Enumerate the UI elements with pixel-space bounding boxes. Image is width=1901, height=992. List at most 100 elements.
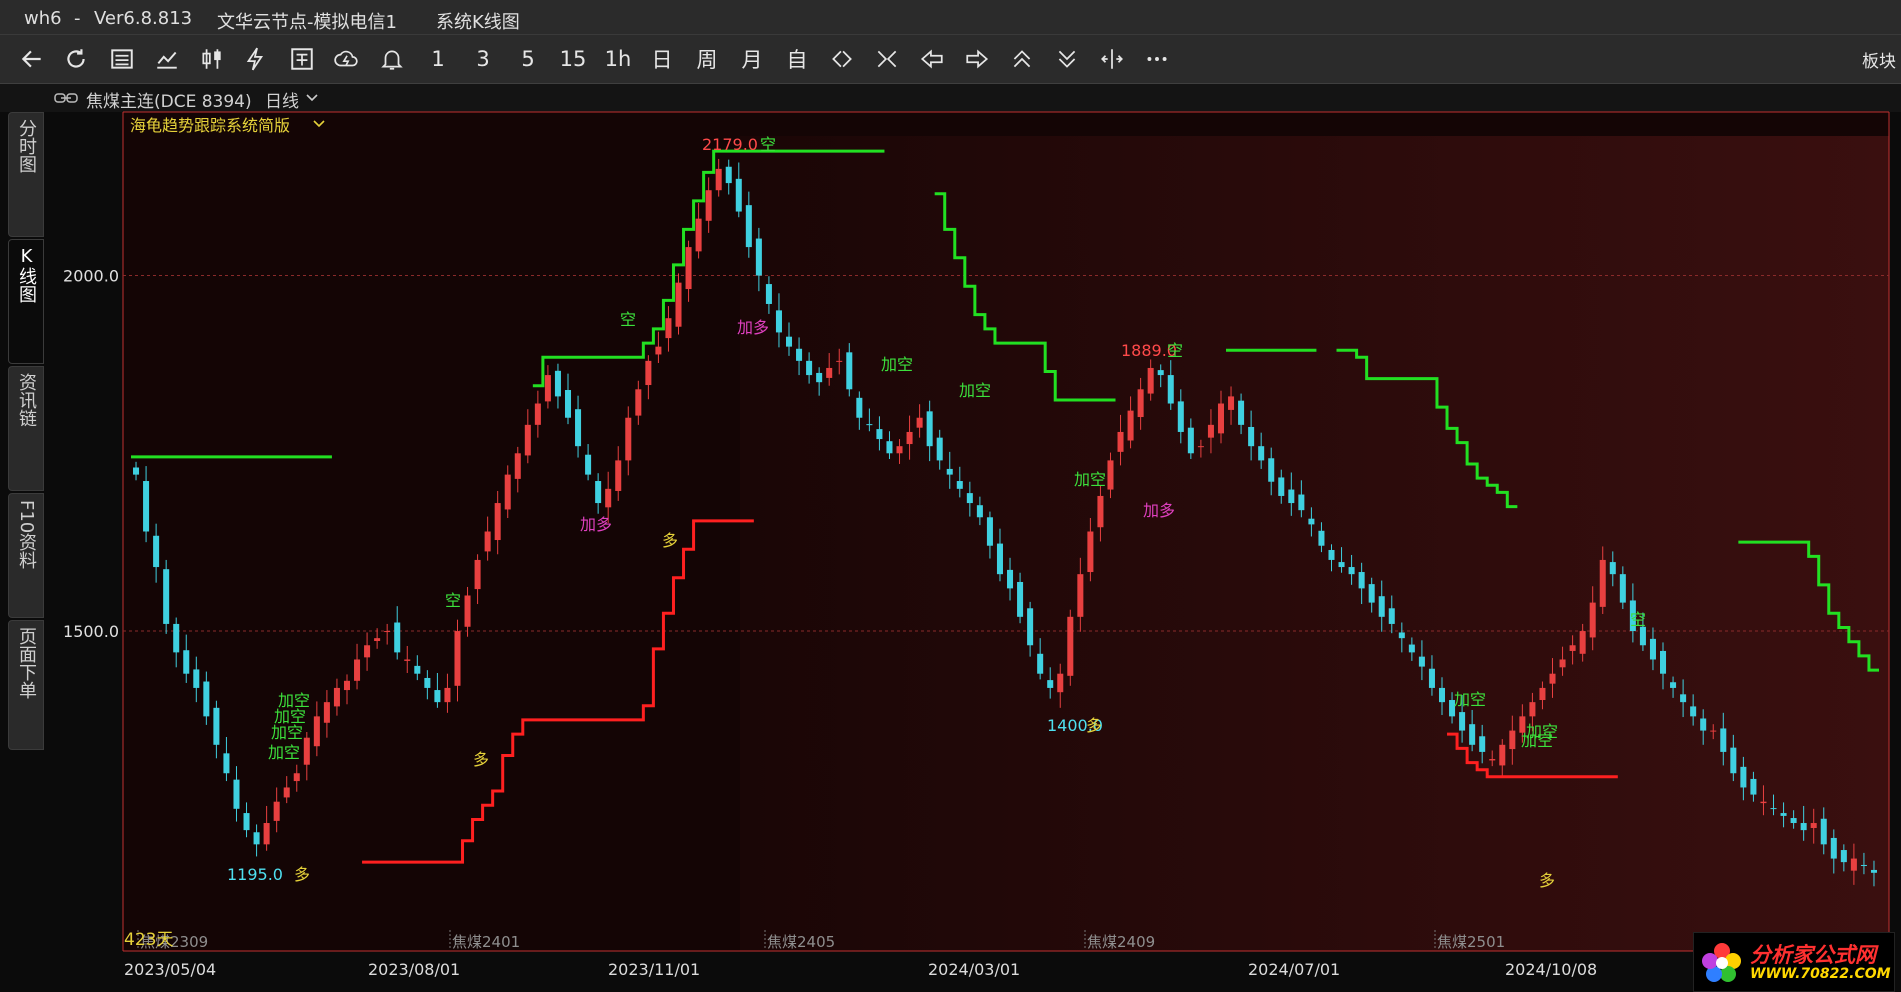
more-button[interactable] [1143,43,1171,75]
page-up-button[interactable] [1008,43,1036,75]
candle-body [976,505,983,518]
candle-body [293,773,300,782]
period-custom[interactable]: 自 [783,43,811,75]
candle-body [1559,659,1566,668]
alert-button[interactable] [378,43,406,75]
window-name: 系统K线图 [436,12,520,33]
x-tick-label: 2023/05/04 [124,960,216,979]
candle-body [1820,818,1827,845]
indicator-name: 海龟趋势跟踪系统简版 [130,116,290,135]
candle-body [775,310,782,333]
short-channel-line [131,149,1879,672]
high-price-label: 2179.0 [702,135,758,154]
split-button[interactable] [1098,43,1126,75]
candle-body [695,218,702,252]
trend-zone-background [740,136,1889,951]
candle-body [1047,680,1054,688]
candle-body [745,205,752,248]
candle-body [223,753,230,774]
candle-body [1700,718,1707,731]
candle-body [424,677,431,688]
candle-body [263,823,270,845]
quote-list-button[interactable] [108,43,136,75]
back-button[interactable] [18,43,46,75]
period-1m[interactable]: 1 [424,43,452,75]
kline-chart[interactable]: 2000.0 1500.0 海龟趋势跟踪系统简版 2179.0 1195.0 1889.0… [0,0,1901,992]
app-version: Ver6.8.813 [94,8,193,29]
period-15m[interactable]: 15 [559,43,587,75]
watermark-url: WWW.70822.COM [1750,966,1891,982]
long-channel-line [362,519,1618,864]
candle-body [796,348,803,361]
candle-body [876,429,883,440]
candle-body [1629,600,1636,632]
candle-body [1800,823,1807,831]
arrow-right-hollow-icon [966,49,989,69]
candle-body [605,488,612,508]
chart-background [123,112,1889,951]
candle-body [755,238,762,276]
period-selector[interactable]: 日线 [265,87,299,112]
tab-f10[interactable]: F10资料 [8,493,44,618]
tab-news[interactable]: 资讯链 [8,366,44,491]
candle-body [665,318,672,339]
tab-timeshare[interactable]: 分时图 [8,112,44,237]
period-week[interactable]: 周 [693,43,721,75]
cloud-button[interactable] [332,43,360,75]
refresh-button[interactable] [62,43,90,75]
link-icon[interactable] [54,92,78,104]
candle-body [1860,864,1867,866]
more-icon [1147,57,1167,61]
candle-body [404,659,411,661]
period-3m[interactable]: 3 [469,43,497,75]
chevron-down-icon[interactable] [306,93,318,103]
tab-order[interactable]: 页面下单 [8,620,44,750]
candle-body [454,631,461,686]
lightning-button[interactable] [242,43,270,75]
candle-body [1217,403,1225,434]
candle-body [1690,706,1697,717]
candle-body [1378,596,1385,617]
tab-f10-label: F10资料 [16,500,37,570]
order-button[interactable] [288,43,316,75]
candle-body [1479,736,1486,752]
sector-button[interactable]: 板块 [1862,43,1896,75]
period-month[interactable]: 月 [738,43,766,75]
candle-body [826,367,833,378]
candle-body [1137,389,1144,418]
candle-body [635,389,642,416]
title-bar: wh6 - Ver6.8.813 文华云节点-模拟电信1 系统K线图 [0,0,1901,35]
signal-add-short: 加空 [1074,470,1106,489]
contract-label: 焦煤2405 [767,933,835,951]
candle-body [595,481,602,504]
candle-body [735,178,742,212]
period-day[interactable]: 日 [648,43,676,75]
page-down-button[interactable] [1053,43,1081,75]
y-tick-label: 1500.0 [63,622,119,641]
refresh-icon [67,49,85,68]
toolbar: 1 3 5 15 1h 日 周 月 自 板块 [0,35,1901,84]
arrow-left-hollow-icon [920,49,943,69]
tab-kline[interactable]: K线图 [8,239,44,364]
candle-body [1569,645,1576,651]
candle-body [394,622,401,653]
line-chart-icon [157,51,177,69]
candle-body [936,437,943,461]
move-left-button[interactable] [918,43,946,75]
candle-body [414,665,421,674]
period-5m[interactable]: 5 [514,43,542,75]
kline-button[interactable] [198,43,226,75]
symbol-name[interactable]: 焦煤主连(DCE 8394) [86,87,252,112]
candle-body [886,441,893,454]
candle-body [1057,673,1064,693]
candle-body [946,468,953,475]
candle-body [1449,700,1456,717]
candle-body [514,453,521,479]
zoom-out-button[interactable] [828,43,856,75]
candle-body [133,467,140,475]
move-right-button[interactable] [963,43,991,75]
timeshare-button[interactable] [153,43,181,75]
candle-body [1639,626,1646,646]
zoom-in-button[interactable] [873,43,901,75]
period-1h[interactable]: 1h [604,43,632,75]
